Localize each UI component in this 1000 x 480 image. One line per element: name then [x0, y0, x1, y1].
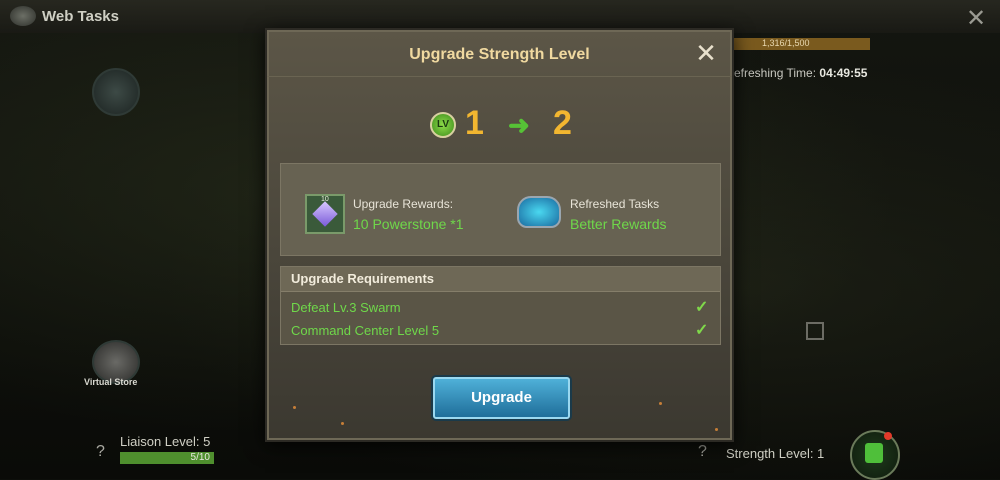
- powerstone-count: 10: [321, 196, 329, 203]
- requirement-item: Command Center Level 5: [291, 323, 440, 338]
- upgrade-arrow-button[interactable]: [850, 430, 900, 480]
- strength-level: Strength Level: 1: [726, 446, 825, 461]
- upgrade-rewards-value: 10 Powerstone *1: [353, 216, 464, 232]
- square-marker-icon: [806, 322, 824, 340]
- background-close-icon[interactable]: ✕: [966, 4, 986, 33]
- help-icon-left[interactable]: ?: [96, 443, 105, 461]
- level-to: 2: [553, 104, 572, 142]
- refresh-time: 04:49:55: [819, 66, 868, 80]
- help-icon-right[interactable]: ?: [698, 443, 707, 461]
- checkmark-icon: ✓: [695, 322, 709, 339]
- requirements-panel: Upgrade Requirements Defeat Lv.3 Swarm ✓…: [280, 266, 721, 345]
- web-icon: [10, 6, 36, 26]
- close-icon[interactable]: ✕: [694, 40, 718, 66]
- refreshed-tasks-value: Better Rewards: [570, 216, 667, 232]
- virtual-store-label: Virtual Store: [84, 377, 138, 387]
- upgrade-modal: Upgrade Strength Level ✕ LV 1 ➜ 2 10 Upg…: [265, 28, 734, 442]
- ember-decoration: [293, 406, 296, 409]
- upgrade-rewards-label: Upgrade Rewards:: [353, 197, 454, 211]
- requirements-header: Upgrade Requirements: [281, 267, 720, 292]
- ember-decoration: [659, 402, 662, 405]
- requirements-title: Upgrade Requirements: [291, 271, 435, 286]
- powerstone-icon[interactable]: 10: [305, 194, 345, 234]
- task-progress-bar: 1,316/1,500: [734, 38, 870, 50]
- refresh-timer: efreshing Time: 04:49:55: [734, 66, 867, 80]
- liaison-level: Liaison Level: 5: [120, 434, 211, 449]
- ember-decoration: [715, 428, 718, 431]
- level-from: 1: [465, 104, 484, 142]
- crystal-icon: [517, 196, 561, 228]
- modal-title: Upgrade Strength Level: [409, 46, 590, 63]
- app-title: Web Tasks: [42, 8, 119, 25]
- refreshed-tasks-label: Refreshed Tasks: [570, 197, 660, 211]
- task-progress-text: 1,316/1,500: [762, 38, 810, 48]
- checkmark-icon: ✓: [695, 299, 709, 316]
- modal-header: Upgrade Strength Level ✕: [267, 30, 732, 77]
- liaison-progress-bar: 5/10: [120, 452, 214, 464]
- notification-dot: [884, 432, 892, 440]
- refresh-label: efreshing Time:: [734, 66, 817, 80]
- ember-decoration: [341, 422, 344, 425]
- up-arrow-icon: [865, 443, 883, 463]
- requirement-item: Defeat Lv.3 Swarm: [291, 300, 401, 315]
- rewards-panel: 10 Upgrade Rewards: 10 Powerstone *1 Ref…: [280, 163, 721, 256]
- level-badge-icon: LV: [430, 112, 456, 138]
- task-book-icon[interactable]: [92, 68, 140, 116]
- liaison-progress-text: 5/10: [190, 452, 210, 463]
- upgrade-button[interactable]: Upgrade: [433, 377, 570, 419]
- arrow-right-icon: ➜: [508, 110, 530, 140]
